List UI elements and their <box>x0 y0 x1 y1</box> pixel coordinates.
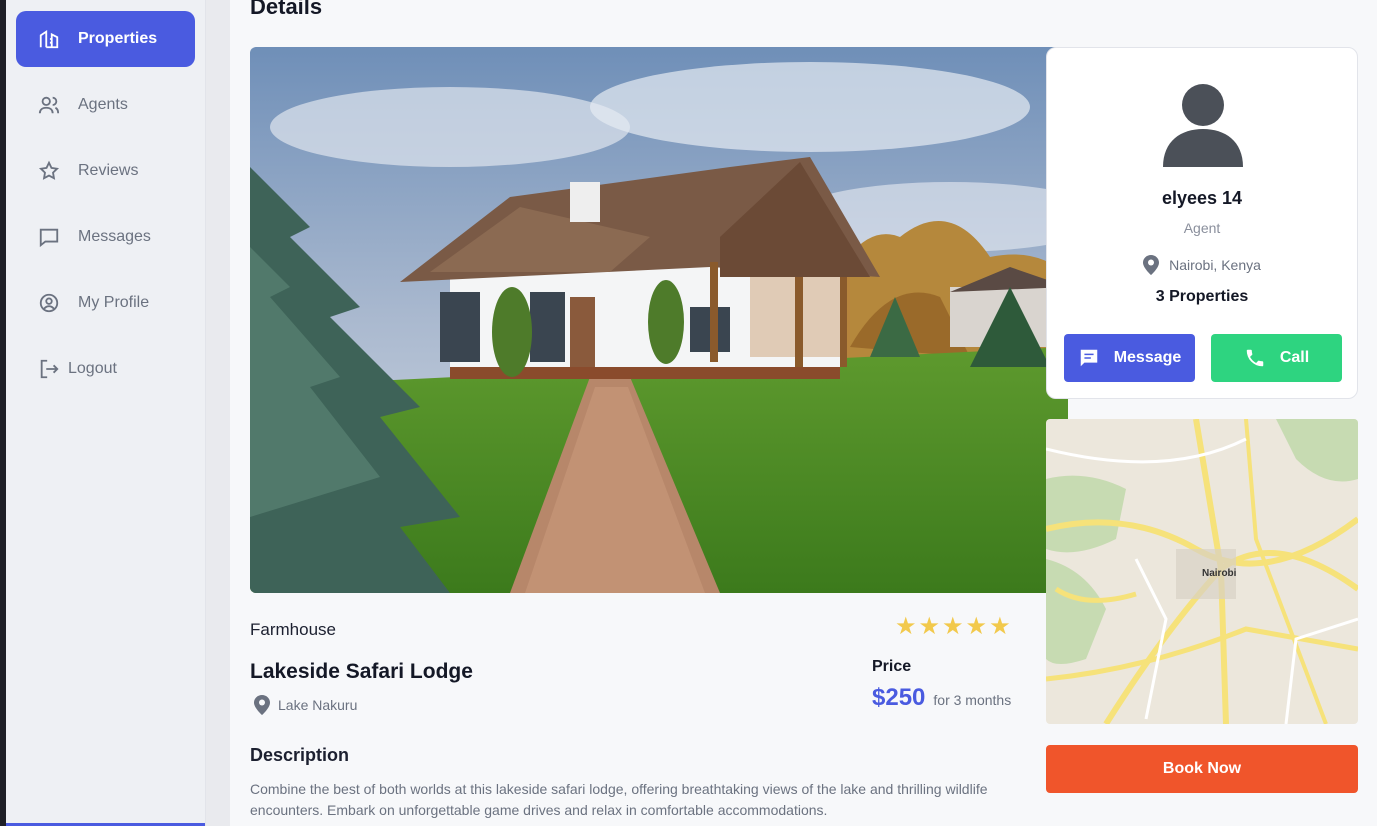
sidebar-item-agents[interactable]: Agents <box>16 77 195 133</box>
sidebar-item-messages[interactable]: Messages <box>16 209 195 265</box>
star-icon: ★ <box>918 613 941 640</box>
price-period: for 3 months <box>933 692 1012 708</box>
location-map[interactable]: Nairobi <box>1046 419 1358 724</box>
agent-name: elyees 14 <box>1161 188 1243 208</box>
property-image <box>250 47 1068 593</box>
sidebar: Properties Agents Reviews Messages My Pr… <box>6 0 206 826</box>
star-icon: ★ <box>989 613 1011 640</box>
sidebar-item-label: Logout <box>68 360 117 377</box>
call-button[interactable]: Call <box>1211 334 1342 382</box>
map-city-label: Nairobi <box>1202 568 1237 579</box>
page-title: Details <box>250 0 323 19</box>
avatar <box>1163 84 1243 167</box>
price: $250 for 3 months <box>872 684 1011 712</box>
star-icon <box>36 158 62 184</box>
building-icon <box>36 26 62 52</box>
message-button-label: Message <box>1113 349 1182 366</box>
user-circle-icon <box>36 290 62 316</box>
map-pin-icon <box>254 695 270 715</box>
phone-icon <box>1246 349 1264 367</box>
sidebar-item-label: Reviews <box>78 162 139 179</box>
rating-stars: ★ ★ ★ ★ ★ <box>895 614 1011 640</box>
property-name: Lakeside Safari Lodge <box>250 660 473 683</box>
sidebar-item-label: Messages <box>78 228 151 245</box>
property-location: Lake Nakuru <box>254 695 357 715</box>
star-icon: ★ <box>895 613 917 640</box>
price-label: Price <box>872 658 912 675</box>
sidebar-item-reviews[interactable]: Reviews <box>16 143 195 199</box>
message-button[interactable]: Message <box>1064 334 1195 382</box>
description-text: Combine the best of both worlds at this … <box>250 781 988 818</box>
property-category: Farmhouse <box>250 620 336 639</box>
agent-location-text: Nairobi, Kenya <box>1169 257 1261 273</box>
users-icon <box>36 92 62 118</box>
agent-location: Nairobi, Kenya <box>1047 254 1357 276</box>
property-location-text: Lake Nakuru <box>278 697 358 713</box>
sidebar-item-label: My Profile <box>78 294 150 311</box>
sidebar-item-properties[interactable]: Properties <box>16 11 195 67</box>
main-content: Details Farmhouse ★ ★ ★ ★ ★ Lakeside Saf… <box>230 0 1377 826</box>
sidebar-item-label: Properties <box>78 30 158 47</box>
description-heading: Description <box>250 745 350 765</box>
sidebar-item-logout[interactable]: Logout <box>16 341 195 397</box>
content-gutter <box>206 0 230 826</box>
sidebar-item-label: Agents <box>78 96 128 113</box>
map-pin-icon <box>1143 255 1160 275</box>
price-value: $250 <box>872 684 926 711</box>
agent-property-count: 3 Properties <box>1155 288 1249 305</box>
logout-icon <box>36 356 62 382</box>
star-icon: ★ <box>965 613 988 640</box>
chat-icon <box>1080 349 1097 367</box>
book-now-button[interactable]: Book Now <box>1046 745 1358 793</box>
agent-role: Agent <box>1183 220 1221 236</box>
message-icon <box>36 224 62 250</box>
agent-card: elyees 14 Agent Nairobi, Kenya 3 Propert… <box>1046 47 1358 399</box>
call-button-label: Call <box>1279 349 1310 366</box>
sidebar-item-my-profile[interactable]: My Profile <box>16 275 195 331</box>
star-icon: ★ <box>942 613 964 640</box>
